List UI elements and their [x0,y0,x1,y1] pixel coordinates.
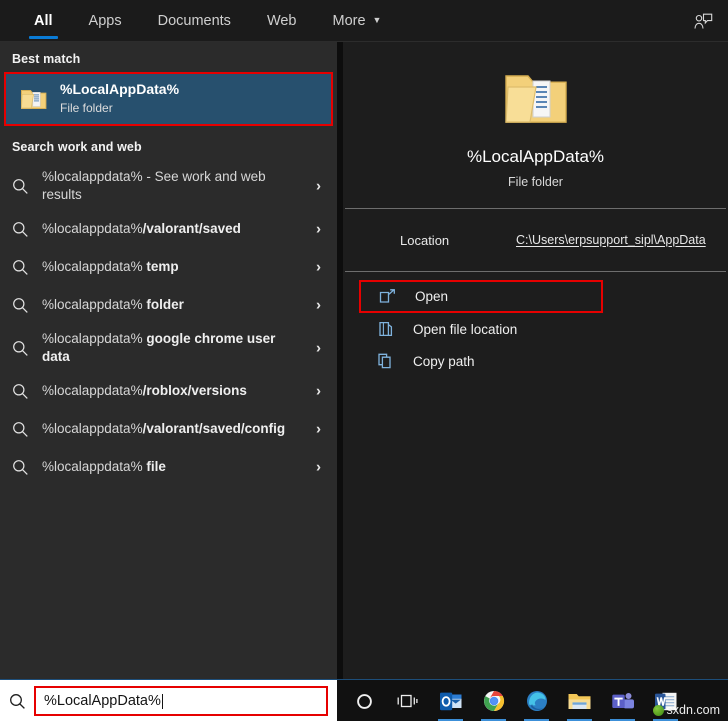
folder-icon [16,87,52,111]
list-item-label: %localappdata% - See work and web result… [42,169,266,202]
tab-more-label: More [332,12,366,29]
file-explorer-icon[interactable] [558,680,601,721]
search-results-pane: Best match %LocalAppData% File folder Se… [0,42,337,679]
chevron-right-icon[interactable]: › [316,298,321,313]
tab-all[interactable]: All [16,0,71,42]
list-item[interactable]: %localappdata% - See work and web result… [0,162,337,210]
list-item-label: %localappdata% folder [42,297,184,312]
suggestion-list: %localappdata% - See work and web result… [0,162,337,486]
chevron-right-icon[interactable]: › [316,384,321,399]
search-icon [0,693,34,710]
search-icon [12,340,42,357]
best-match-container: %LocalAppData% File folder [0,72,337,126]
chevron-right-icon[interactable]: › [316,341,321,356]
list-item-label: %localappdata% temp [42,259,179,274]
list-item-label: %localappdata% file [42,459,166,474]
preview-hero: %LocalAppData% File folder [343,42,728,208]
word-icon[interactable] [644,680,687,721]
list-item[interactable]: %localappdata%/valorant/saved/config › [0,410,337,448]
tab-apps-label: Apps [88,12,122,29]
search-icon [12,221,42,238]
chevron-right-icon[interactable]: › [316,222,321,237]
tab-apps[interactable]: Apps [71,0,140,42]
folder-icon-large [503,70,569,133]
tab-web[interactable]: Web [249,0,315,42]
search-icon [12,383,42,400]
search-input-highlight: %LocalAppData% [34,686,328,716]
tab-documents-label: Documents [157,12,231,29]
preview-subtitle: File folder [508,174,563,189]
best-match-subtitle: File folder [60,100,113,115]
chevron-right-icon[interactable]: › [316,460,321,475]
list-item[interactable]: %localappdata% temp › [0,248,337,286]
open-file-location-action[interactable]: Open file location [359,313,714,345]
best-match-title: %LocalAppData% [60,81,180,98]
copy-path-label: Copy path [413,353,475,369]
taskbar: %LocalAppData% sxdn.com [0,679,728,721]
list-item-label: %localappdata%/roblox/versions [42,383,247,398]
chevron-down-icon: ▼ [372,15,382,25]
list-item[interactable]: %localappdata% file › [0,448,337,486]
copy-icon [377,353,407,369]
best-match-text: %LocalAppData% File folder [60,81,179,116]
list-item[interactable]: %localappdata%/roblox/versions › [0,372,337,410]
preview-pane: %LocalAppData% File folder Location C:\U… [343,42,728,679]
list-item[interactable]: %localappdata% folder › [0,286,337,324]
outlook-icon[interactable] [429,680,472,721]
taskbar-icons [343,680,687,721]
preview-title: %LocalAppData% [466,146,605,166]
search-icon [12,297,42,314]
location-value-link[interactable]: C:\Users\erpsupport_sipl\AppData [516,233,706,247]
action-list: Open Open file location Copy path [343,272,728,377]
search-tabs: All Apps Documents Web More ▼ [16,0,399,42]
open-action[interactable]: Open [359,280,603,313]
open-external-icon [379,289,409,304]
chevron-right-icon[interactable]: › [316,179,321,194]
taskbar-search-box[interactable]: %LocalAppData% [0,680,337,721]
open-file-location-label: Open file location [413,321,518,337]
search-tab-bar: All Apps Documents Web More ▼ [0,0,728,42]
list-item-label: %localappdata%/valorant/saved [42,221,241,236]
tab-documents[interactable]: Documents [140,0,249,42]
open-action-label: Open [415,289,449,304]
search-input[interactable]: %LocalAppData% [44,694,161,709]
tab-more[interactable]: More ▼ [315,0,400,42]
cortana-icon[interactable] [343,680,386,721]
list-item[interactable]: %localappdata% google chrome user data › [0,324,337,372]
search-icon [12,178,42,195]
list-item[interactable]: %localappdata%/valorant/saved › [0,210,337,248]
search-web-heading: Search work and web [12,140,142,154]
location-row: Location C:\Users\erpsupport_sipl\AppDat… [343,209,728,271]
chevron-right-icon[interactable]: › [316,422,321,437]
search-icon [12,459,42,476]
feedback-person-icon [693,13,712,29]
teams-icon[interactable] [601,680,644,721]
search-icon [12,259,42,276]
search-icon [12,421,42,438]
folder-open-location-icon [377,321,407,337]
tab-web-label: Web [266,12,297,29]
tab-all-label: All [34,12,53,29]
list-item-label: %localappdata% google chrome user data [42,331,276,364]
text-cursor [161,693,163,709]
copy-path-action[interactable]: Copy path [359,345,714,377]
edge-icon[interactable] [515,680,558,721]
best-match-heading: Best match [12,52,81,66]
best-match-row[interactable]: %LocalAppData% File folder [4,72,333,126]
feedback-button[interactable] [686,5,720,37]
location-label: Location [400,232,450,248]
windows-search-screen: All Apps Documents Web More ▼ Best match… [0,0,728,721]
chrome-icon[interactable] [472,680,515,721]
chevron-right-icon[interactable]: › [316,260,321,275]
list-item-label: %localappdata%/valorant/saved/config [42,421,286,436]
task-view-icon[interactable] [386,680,429,721]
